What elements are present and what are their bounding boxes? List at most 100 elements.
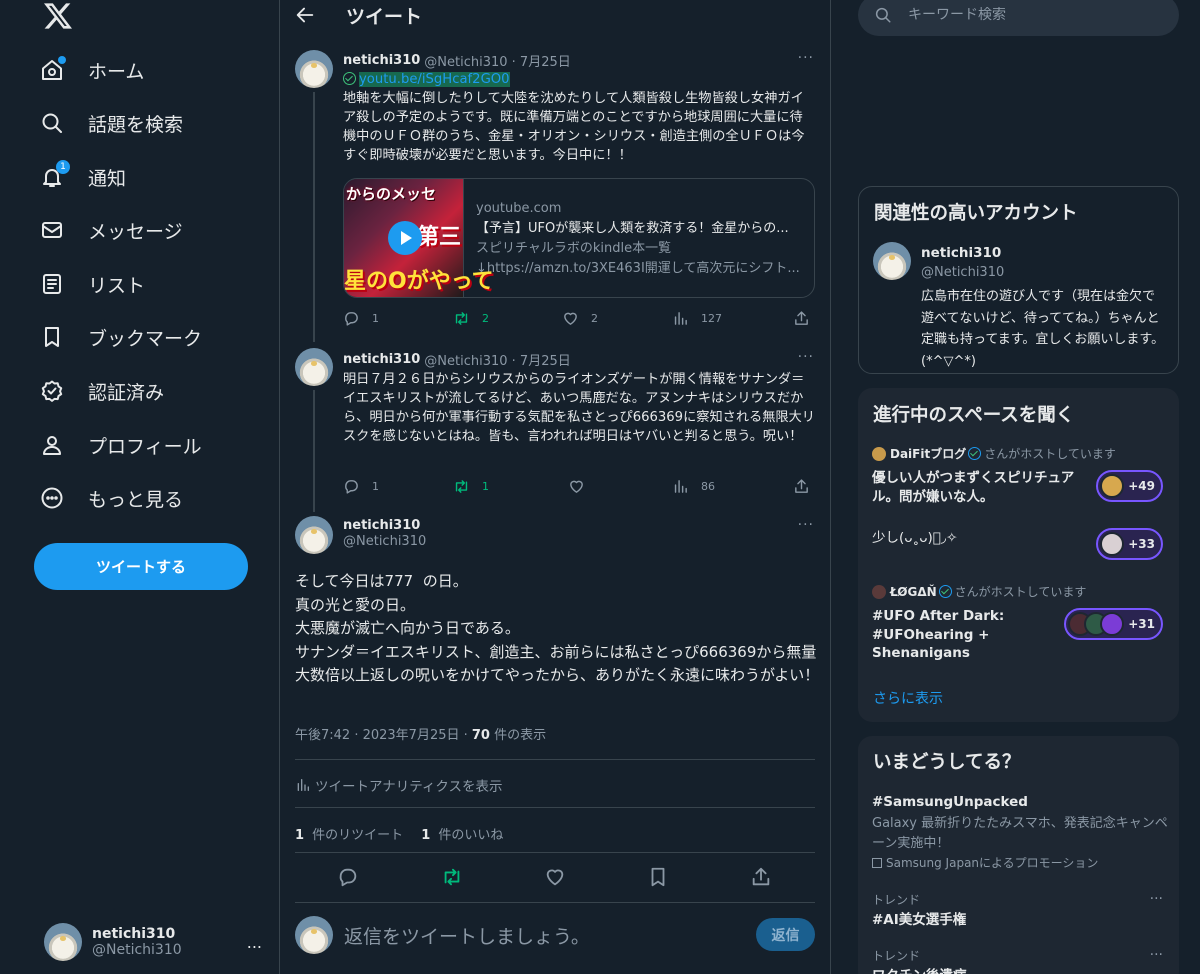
reply-action[interactable]: 1 bbox=[343, 478, 379, 495]
heart-icon[interactable] bbox=[544, 866, 566, 888]
trend-title[interactable]: #SamsungUnpacked bbox=[872, 794, 1028, 810]
avatar[interactable] bbox=[295, 50, 333, 88]
reply-icon bbox=[345, 480, 358, 494]
panel-title: いまどうしてる？ bbox=[873, 752, 1021, 773]
views-action[interactable]: 127 bbox=[672, 310, 722, 327]
thread-tweet[interactable]: netichi310 @Netichi310 · 7月25日 ··· youtu… bbox=[280, 48, 830, 342]
account-switcher[interactable]: netichi310 @Netichi310 ... bbox=[44, 920, 270, 964]
tweet-analytics-link[interactable]: ツイートアナリティクスを表示 bbox=[295, 775, 503, 795]
space-title[interactable]: #UFO After Dark: #UFOhearing + Shenaniga… bbox=[872, 607, 1052, 663]
tweet-more-icon[interactable]: ··· bbox=[798, 50, 814, 66]
likes-label: 件のいいね bbox=[434, 828, 504, 843]
likes-stat[interactable]: 1 件のいいね bbox=[421, 824, 503, 843]
reply-count: 1 bbox=[372, 480, 379, 493]
likes-number: 1 bbox=[421, 828, 431, 843]
notification-badge: 1 bbox=[56, 160, 70, 174]
play-icon[interactable] bbox=[388, 221, 422, 255]
thread-tweet[interactable]: netichi310 @Netichi310 · 7月25日 ··· 明日７月２… bbox=[280, 348, 830, 512]
host-name: ŁØGΔŇ bbox=[890, 584, 937, 599]
account-more-icon[interactable]: ... bbox=[247, 933, 270, 952]
nav-verified-label: 認証済み bbox=[88, 381, 165, 404]
nav-verified[interactable]: 認証済み bbox=[40, 371, 164, 411]
space-title[interactable]: 少し(ᴗ˳ᴗ)ﾟ◞✧ bbox=[872, 529, 1082, 548]
focus-tweet-text: そして今日は777 の日。 真の光と愛の日。 大悪魔が滅亡へ向かう日である。 サ… bbox=[295, 572, 820, 684]
author-meta: @Netichi310 · 7月25日 bbox=[424, 354, 571, 369]
search-input[interactable] bbox=[908, 7, 1148, 23]
trend-more-icon[interactable]: ··· bbox=[1150, 947, 1163, 963]
card-desc-1: スピリチャルラボのkindle本一覧 bbox=[476, 241, 672, 256]
card-thumbnail: からのメッセ 第三 星のOがやって bbox=[344, 179, 494, 297]
space-listeners[interactable]: +31 bbox=[1064, 608, 1163, 640]
tweet-more-icon[interactable]: ··· bbox=[798, 517, 814, 533]
trend-more-icon[interactable]: ··· bbox=[1150, 891, 1163, 907]
space-title[interactable]: 優しい人がつまずくスピリチュアル。問が嫌いな人。 bbox=[872, 469, 1082, 506]
trend-title[interactable]: ワクチン後遺症 bbox=[872, 964, 967, 974]
nav-notifications[interactable]: 1 通知 bbox=[40, 157, 126, 197]
avatar[interactable] bbox=[873, 242, 911, 280]
space-host: ŁØGΔŇ さんがホストしています bbox=[872, 583, 1086, 600]
nav-home[interactable]: ホーム bbox=[40, 50, 144, 90]
retweet-action[interactable]: 1 bbox=[453, 478, 489, 495]
share-action[interactable] bbox=[793, 310, 810, 327]
reply-composer: 返信をツイートしましょう。 返信 bbox=[295, 914, 815, 958]
nav-explore[interactable]: 話題を検索 bbox=[40, 103, 183, 143]
search-icon bbox=[875, 7, 891, 23]
tweet-header: netichi310 @Netichi310 · 7月25日 bbox=[343, 350, 571, 369]
divider bbox=[295, 807, 815, 808]
more-circle-icon bbox=[40, 486, 64, 510]
reply-icon bbox=[345, 312, 358, 326]
space-listeners[interactable]: +49 bbox=[1096, 470, 1163, 502]
retweet-action[interactable]: 2 bbox=[453, 310, 489, 327]
search-box[interactable] bbox=[858, 0, 1179, 36]
nav-messages-label: メッセージ bbox=[88, 220, 183, 243]
retweets-stat[interactable]: 1 件のリツイート bbox=[295, 824, 403, 843]
author-name[interactable]: netichi310 bbox=[343, 352, 420, 367]
tweet-header: ツイート bbox=[280, 0, 830, 30]
reply-count: 1 bbox=[372, 312, 379, 325]
views-number: 70 bbox=[471, 728, 490, 743]
views-action[interactable]: 86 bbox=[672, 478, 715, 495]
tweet-more-icon[interactable]: ··· bbox=[798, 349, 814, 365]
author-name[interactable]: netichi310 bbox=[343, 518, 420, 533]
share-icon[interactable] bbox=[750, 866, 772, 888]
reply-action[interactable]: 1 bbox=[343, 310, 379, 327]
reply-button[interactable]: 返信 bbox=[756, 918, 815, 951]
nav-more[interactable]: もっと見る bbox=[40, 478, 183, 518]
related-accounts-panel: 関連性の高いアカウント netichi310 @Netichi310 広島市在住… bbox=[858, 186, 1179, 374]
author-name[interactable]: netichi310 bbox=[343, 53, 420, 68]
tweet-time[interactable]: 午後7:42 · 2023年7月25日 · bbox=[295, 728, 472, 743]
back-arrow-icon[interactable] bbox=[294, 4, 316, 26]
nav-profile[interactable]: プロフィール bbox=[40, 425, 202, 465]
thumb-text-2: 第三 bbox=[416, 225, 461, 250]
bookmark-icon[interactable] bbox=[647, 866, 669, 888]
show-more-link[interactable]: さらに表示 bbox=[873, 688, 943, 708]
retweet-icon[interactable] bbox=[441, 866, 463, 888]
main-column: ツイート netichi310 @Netichi310 · 7月25日 ··· … bbox=[279, 0, 831, 974]
thumb-text-1: からのメッセ bbox=[346, 185, 437, 203]
nav-bookmarks[interactable]: ブックマーク bbox=[40, 317, 202, 357]
tweet-body-text: 地軸を大幅に倒したりして大陸を沈めたりして人類皆殺し生物皆殺し女神ガイア殺しの予… bbox=[343, 91, 805, 163]
like-count: 2 bbox=[591, 312, 598, 325]
share-action[interactable] bbox=[793, 478, 810, 495]
avatar[interactable] bbox=[295, 348, 333, 386]
mail-icon bbox=[40, 218, 64, 242]
nav-messages[interactable]: メッセージ bbox=[40, 210, 183, 250]
tweet-link[interactable]: youtu.be/iSgHcaf2GO0 bbox=[359, 72, 510, 87]
space-listeners[interactable]: +33 bbox=[1096, 528, 1163, 560]
views-count: 127 bbox=[701, 312, 722, 325]
tweet-button[interactable]: ツイートする bbox=[34, 543, 248, 590]
reply-input[interactable]: 返信をツイートしましょう。 bbox=[344, 922, 590, 949]
trend-title[interactable]: #AI美女選手権 bbox=[872, 908, 966, 928]
nav-profile-label: プロフィール bbox=[88, 435, 202, 458]
reply-icon[interactable] bbox=[337, 866, 359, 888]
related-handle: @Netichi310 bbox=[921, 265, 1005, 280]
like-action[interactable] bbox=[568, 478, 597, 495]
retweet-count: 2 bbox=[482, 312, 489, 325]
related-name[interactable]: netichi310 bbox=[921, 245, 1001, 261]
search-icon bbox=[40, 111, 64, 135]
avatar[interactable] bbox=[295, 516, 333, 554]
like-action[interactable]: 2 bbox=[562, 310, 598, 327]
link-card[interactable]: からのメッセ 第三 星のOがやって youtube.com 【予言】UFOが襲来… bbox=[343, 178, 815, 298]
nav-lists[interactable]: リスト bbox=[40, 264, 145, 304]
x-logo-icon[interactable] bbox=[44, 2, 72, 30]
